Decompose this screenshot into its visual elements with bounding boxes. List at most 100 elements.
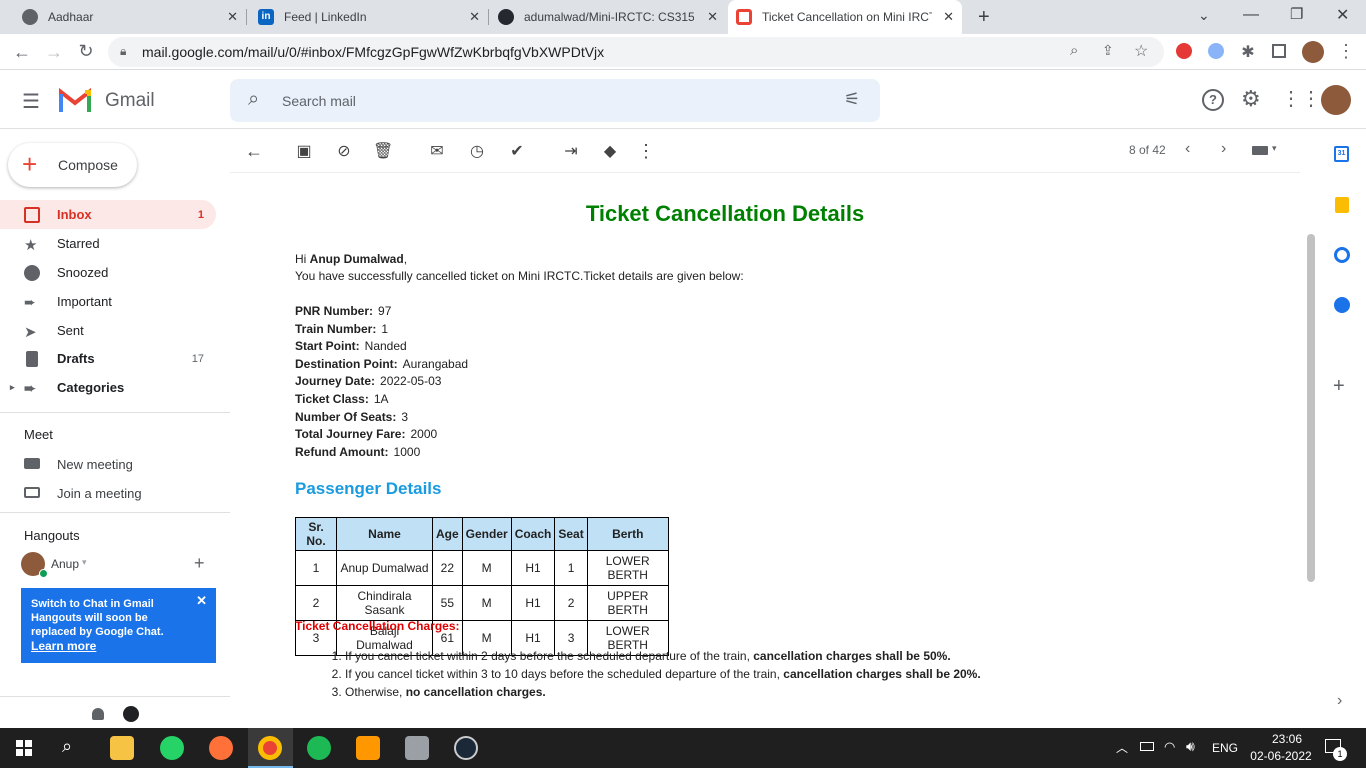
tab-aadhaar[interactable]: Aadhaar ✕: [14, 0, 246, 34]
url-text[interactable]: mail.google.com/mail/u/0/#inbox/FMfcgzGp…: [142, 44, 604, 60]
label-icon[interactable]: ◆: [600, 141, 620, 161]
newer-chevron-icon[interactable]: ‹: [1185, 140, 1190, 158]
table-row: 2 Chindirala Sasank 55 M H1 2 UPPER BERTH: [295, 585, 669, 621]
delete-trash-icon[interactable]: 🗑︎: [373, 141, 393, 161]
extensions-puzzle-icon[interactable]: ✱: [1236, 42, 1260, 62]
tasks-icon[interactable]: [1334, 247, 1350, 263]
file-explorer-icon[interactable]: [110, 736, 134, 760]
close-window-icon[interactable]: ✕: [1336, 5, 1349, 25]
add-addon-icon[interactable]: +: [1333, 375, 1345, 398]
close-tab-icon[interactable]: ✕: [469, 9, 480, 25]
learn-more-link[interactable]: Learn more: [31, 639, 96, 653]
close-tab-icon[interactable]: ✕: [707, 9, 718, 25]
keep-icon[interactable]: [1335, 197, 1349, 213]
passenger-heading: Passenger Details: [295, 479, 442, 498]
chevron-down-icon[interactable]: ▾: [82, 557, 87, 568]
clock-time[interactable]: 23:06: [1262, 732, 1312, 746]
show-hidden-icons-chevron[interactable]: ︿: [1116, 739, 1128, 756]
firefox-icon[interactable]: [209, 736, 233, 760]
back-icon[interactable]: ←: [10, 42, 34, 63]
steam-icon[interactable]: [454, 736, 478, 760]
contacts-person-icon[interactable]: [92, 708, 104, 720]
archive-icon[interactable]: ▣: [294, 141, 314, 161]
side-panel-icon[interactable]: [1272, 44, 1286, 58]
close-tab-icon[interactable]: ✕: [227, 9, 238, 25]
volume-icon[interactable]: 🔊︎: [1186, 738, 1195, 755]
hangouts-user-name[interactable]: Anup: [51, 557, 79, 571]
add-contact-icon[interactable]: +: [194, 553, 205, 574]
older-chevron-icon[interactable]: ›: [1221, 140, 1226, 158]
sidebar-item-starred[interactable]: ★ Starred: [0, 229, 216, 258]
bookmark-star-icon[interactable]: ☆: [1134, 41, 1148, 61]
wifi-icon[interactable]: ◠: [1164, 739, 1175, 755]
battery-icon[interactable]: [1140, 742, 1154, 751]
forward-icon[interactable]: →: [42, 42, 66, 63]
sidebar-item-label: Drafts: [57, 351, 95, 366]
compose-button[interactable]: + Compose: [8, 143, 137, 187]
new-meeting-link[interactable]: New meeting: [57, 457, 133, 472]
extension-icon[interactable]: [1208, 43, 1224, 59]
hangouts-chat-icon[interactable]: [123, 706, 139, 722]
settings-gear-icon[interactable]: ⚙: [1241, 86, 1261, 112]
share-icon[interactable]: ⇪: [1102, 42, 1114, 59]
sidebar-item-drafts[interactable]: Drafts 17: [0, 344, 216, 373]
account-avatar[interactable]: [1321, 85, 1351, 115]
back-to-inbox-icon[interactable]: ←: [244, 141, 264, 161]
search-options-icon[interactable]: ⚟: [844, 89, 860, 110]
search-input[interactable]: Search mail: [282, 93, 356, 109]
main-menu-icon[interactable]: ☰: [22, 89, 40, 114]
close-banner-icon[interactable]: ✕: [196, 594, 207, 608]
search-icon[interactable]: ⌕: [248, 88, 259, 111]
add-task-icon[interactable]: ✔: [507, 141, 527, 161]
snipping-tool-icon[interactable]: [405, 736, 429, 760]
charge-emphasis: cancellation charges shall be 50%.: [753, 649, 951, 663]
profile-avatar[interactable]: [1302, 41, 1324, 63]
minimize-icon[interactable]: —: [1243, 6, 1259, 24]
tab-gmail-active[interactable]: Ticket Cancellation on Mini IRCTC ✕: [728, 0, 962, 34]
sidebar-item-sent[interactable]: ➤ Sent: [0, 316, 216, 345]
sidebar-item-snoozed[interactable]: Snoozed: [0, 258, 216, 287]
search-icon[interactable]: ⌕: [62, 736, 72, 757]
tab-linkedin[interactable]: in Feed | LinkedIn ✕: [250, 0, 488, 34]
expand-arrow-icon[interactable]: ▸: [10, 382, 15, 393]
gmail-logo-icon[interactable]: [59, 87, 91, 112]
extension-icon[interactable]: [1176, 43, 1192, 59]
menu-kebab-icon[interactable]: ⋮: [1334, 41, 1358, 62]
language-indicator[interactable]: ENG: [1212, 741, 1238, 755]
mark-unread-icon[interactable]: ✉: [427, 141, 447, 161]
spotify-icon[interactable]: [307, 736, 331, 760]
more-options-icon[interactable]: ⋮: [636, 141, 656, 161]
search-bar[interactable]: ⌕ Search mail ⚟: [230, 79, 880, 122]
scrollbar-thumb[interactable]: [1307, 234, 1315, 582]
charge-emphasis: no cancellation charges.: [405, 685, 546, 699]
chevron-down-icon[interactable]: ▾: [1272, 143, 1277, 154]
apps-grid-icon[interactable]: ⋮⋮: [1281, 86, 1321, 111]
move-to-icon[interactable]: ⇥: [561, 141, 581, 161]
side-panel-rail: 31 + ›: [1316, 129, 1366, 727]
help-icon[interactable]: ?: [1202, 89, 1224, 111]
join-meeting-link[interactable]: Join a meeting: [57, 486, 142, 501]
restore-icon[interactable]: ❐: [1290, 5, 1303, 23]
calendar-icon[interactable]: 31: [1334, 146, 1349, 162]
address-bar[interactable]: 🔒︎ mail.google.com/mail/u/0/#inbox/FMfcg…: [108, 37, 1164, 67]
snooze-clock-icon[interactable]: ◷: [467, 141, 487, 161]
github-icon: [498, 9, 514, 25]
new-tab-icon[interactable]: +: [978, 6, 990, 29]
report-spam-icon[interactable]: ⊘: [334, 141, 354, 161]
zoom-icon[interactable]: ⌕: [1070, 42, 1078, 59]
close-tab-icon[interactable]: ✕: [943, 9, 954, 25]
reload-icon[interactable]: ↻: [74, 41, 98, 62]
whatsapp-icon[interactable]: [160, 736, 184, 760]
contacts-icon[interactable]: [1334, 297, 1350, 313]
tab-github[interactable]: adumalwad/Mini-IRCTC: CS315 : I ✕: [490, 0, 726, 34]
input-tools-keyboard-icon[interactable]: [1252, 146, 1268, 155]
sidebar-item-inbox[interactable]: Inbox 1: [0, 200, 216, 229]
clock-date[interactable]: 02-06-2022: [1246, 749, 1316, 763]
sublime-text-icon[interactable]: [356, 736, 380, 760]
tab-search-icon[interactable]: ⌄: [1198, 7, 1210, 24]
chrome-icon[interactable]: [258, 736, 282, 760]
sidebar-item-important[interactable]: ➨ Important: [0, 287, 216, 316]
sidebar-item-categories[interactable]: ▸ ➨ Categories: [0, 373, 216, 402]
expand-panel-chevron-icon[interactable]: ›: [1337, 692, 1342, 710]
windows-start-icon[interactable]: [16, 740, 32, 756]
